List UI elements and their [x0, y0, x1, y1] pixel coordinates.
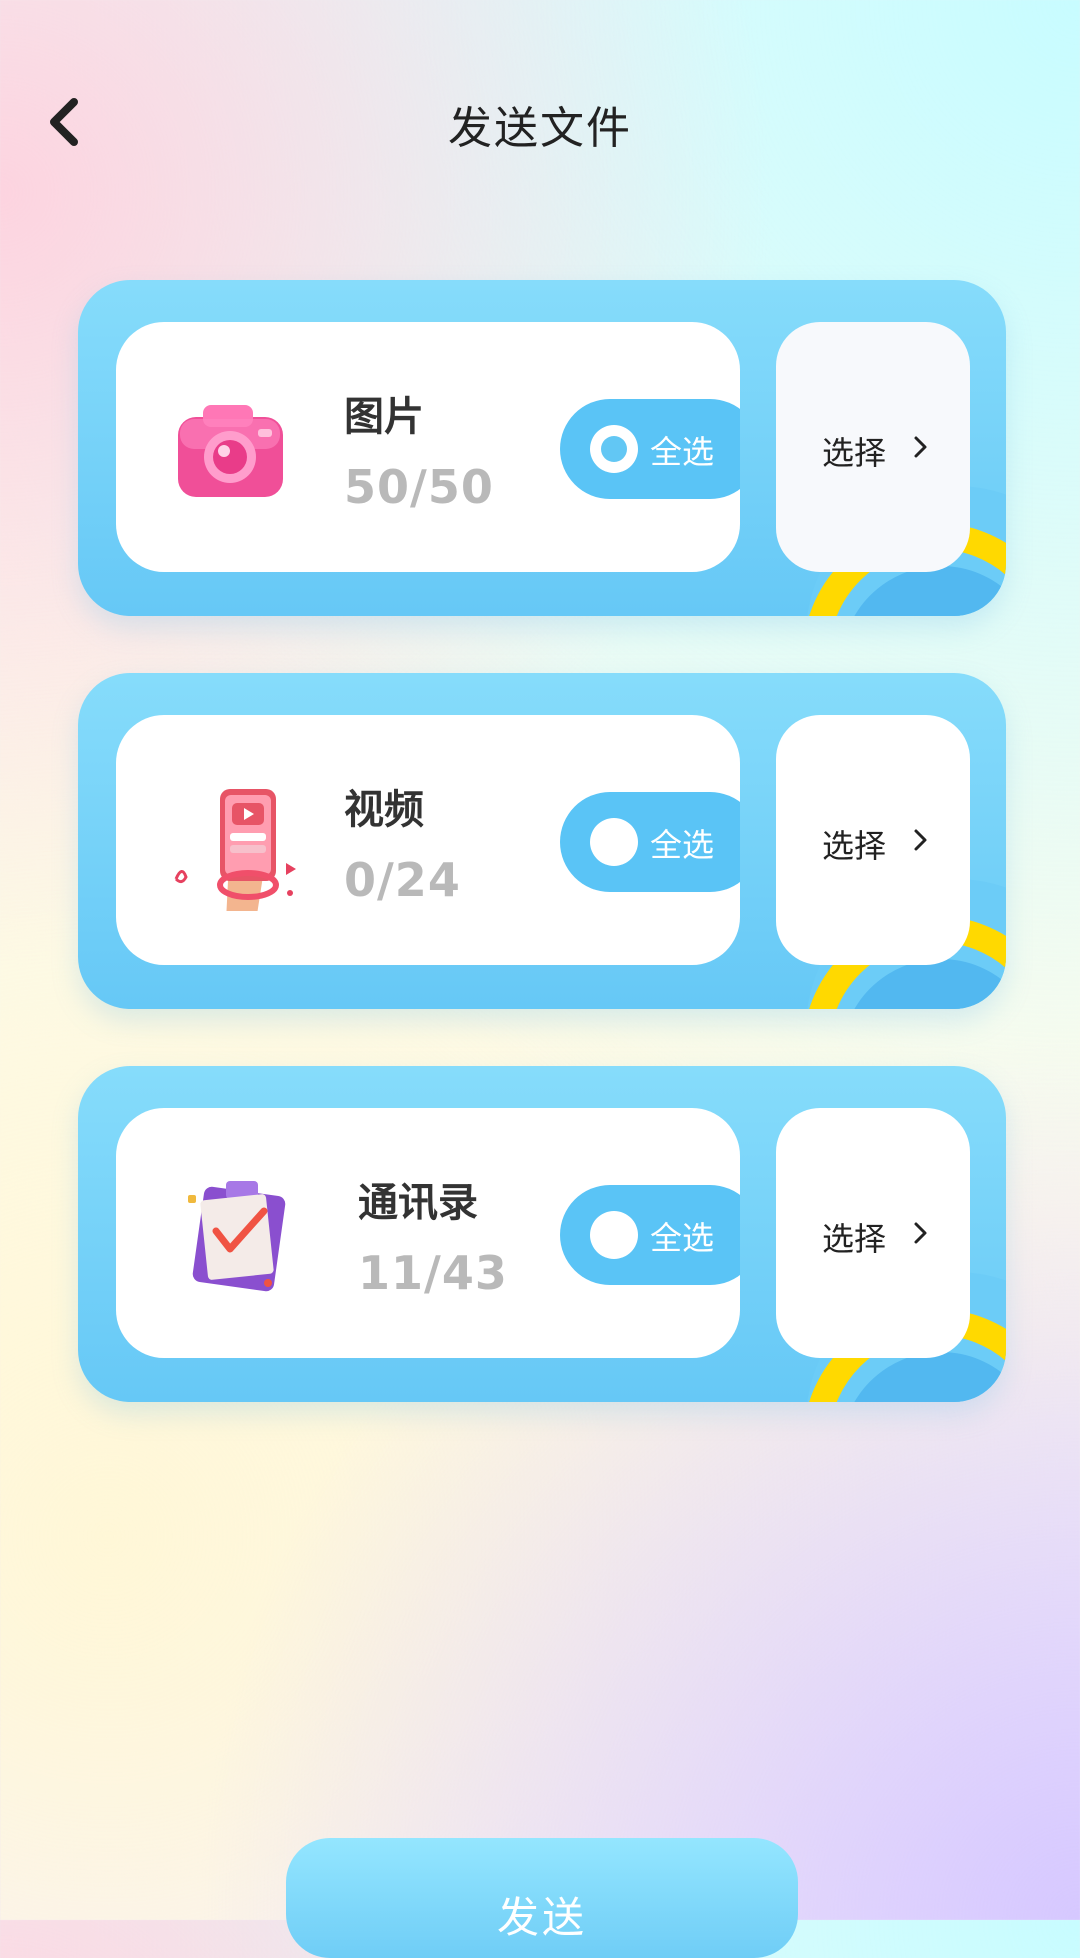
file-count: 11/43 — [358, 1246, 508, 1300]
send-button-label: 发送 — [496, 1893, 587, 1942]
file-type-info: 视频 0/24 全选 — [116, 715, 740, 965]
select-all-radio[interactable] — [590, 425, 638, 473]
select-button-label: 选择 — [822, 1220, 887, 1258]
header: 发送文件 — [0, 0, 1080, 250]
file-count: 50/50 — [344, 460, 494, 514]
chevron-right-icon — [914, 1222, 927, 1244]
select-button-label: 选择 — [822, 434, 887, 472]
select-all-toggle[interactable]: 全选 — [560, 792, 740, 892]
video-phone-icon — [174, 789, 296, 911]
chevron-right-icon — [914, 436, 927, 458]
camera-icon — [178, 405, 283, 497]
file-type-name: 视频 — [344, 787, 424, 833]
select-button-label: 选择 — [822, 827, 887, 865]
file-type-card-videos: 视频 0/24 全选 选择 — [78, 673, 1006, 1009]
file-type-card-contacts: 通讯录 11/43 全选 选择 — [78, 1066, 1006, 1402]
send-button[interactable]: 发送 — [286, 1838, 798, 1958]
file-type-name: 通讯录 — [358, 1180, 478, 1226]
file-type-info: 通讯录 11/43 全选 — [116, 1108, 740, 1358]
select-all-toggle[interactable]: 全选 — [560, 1185, 740, 1285]
select-all-label: 全选 — [650, 826, 715, 864]
select-all-label: 全选 — [650, 433, 715, 471]
file-count: 0/24 — [344, 853, 461, 907]
page-title: 发送文件 — [448, 103, 632, 154]
select-all-label: 全选 — [650, 1219, 715, 1257]
file-type-info: 图片 50/50 全选 — [116, 322, 740, 572]
select-all-radio[interactable] — [590, 1211, 638, 1259]
select-button[interactable]: 选择 — [776, 715, 970, 965]
clipboard-icon — [188, 1181, 286, 1292]
select-button[interactable]: 选择 — [776, 1108, 970, 1358]
file-type-name: 图片 — [344, 394, 424, 440]
file-type-card-photos: 图片 50/50 全选 选择 — [78, 280, 1006, 616]
chevron-right-icon — [914, 829, 927, 851]
select-all-toggle[interactable]: 全选 — [560, 399, 740, 499]
select-button[interactable]: 选择 — [776, 322, 970, 572]
select-all-radio[interactable] — [590, 818, 638, 866]
